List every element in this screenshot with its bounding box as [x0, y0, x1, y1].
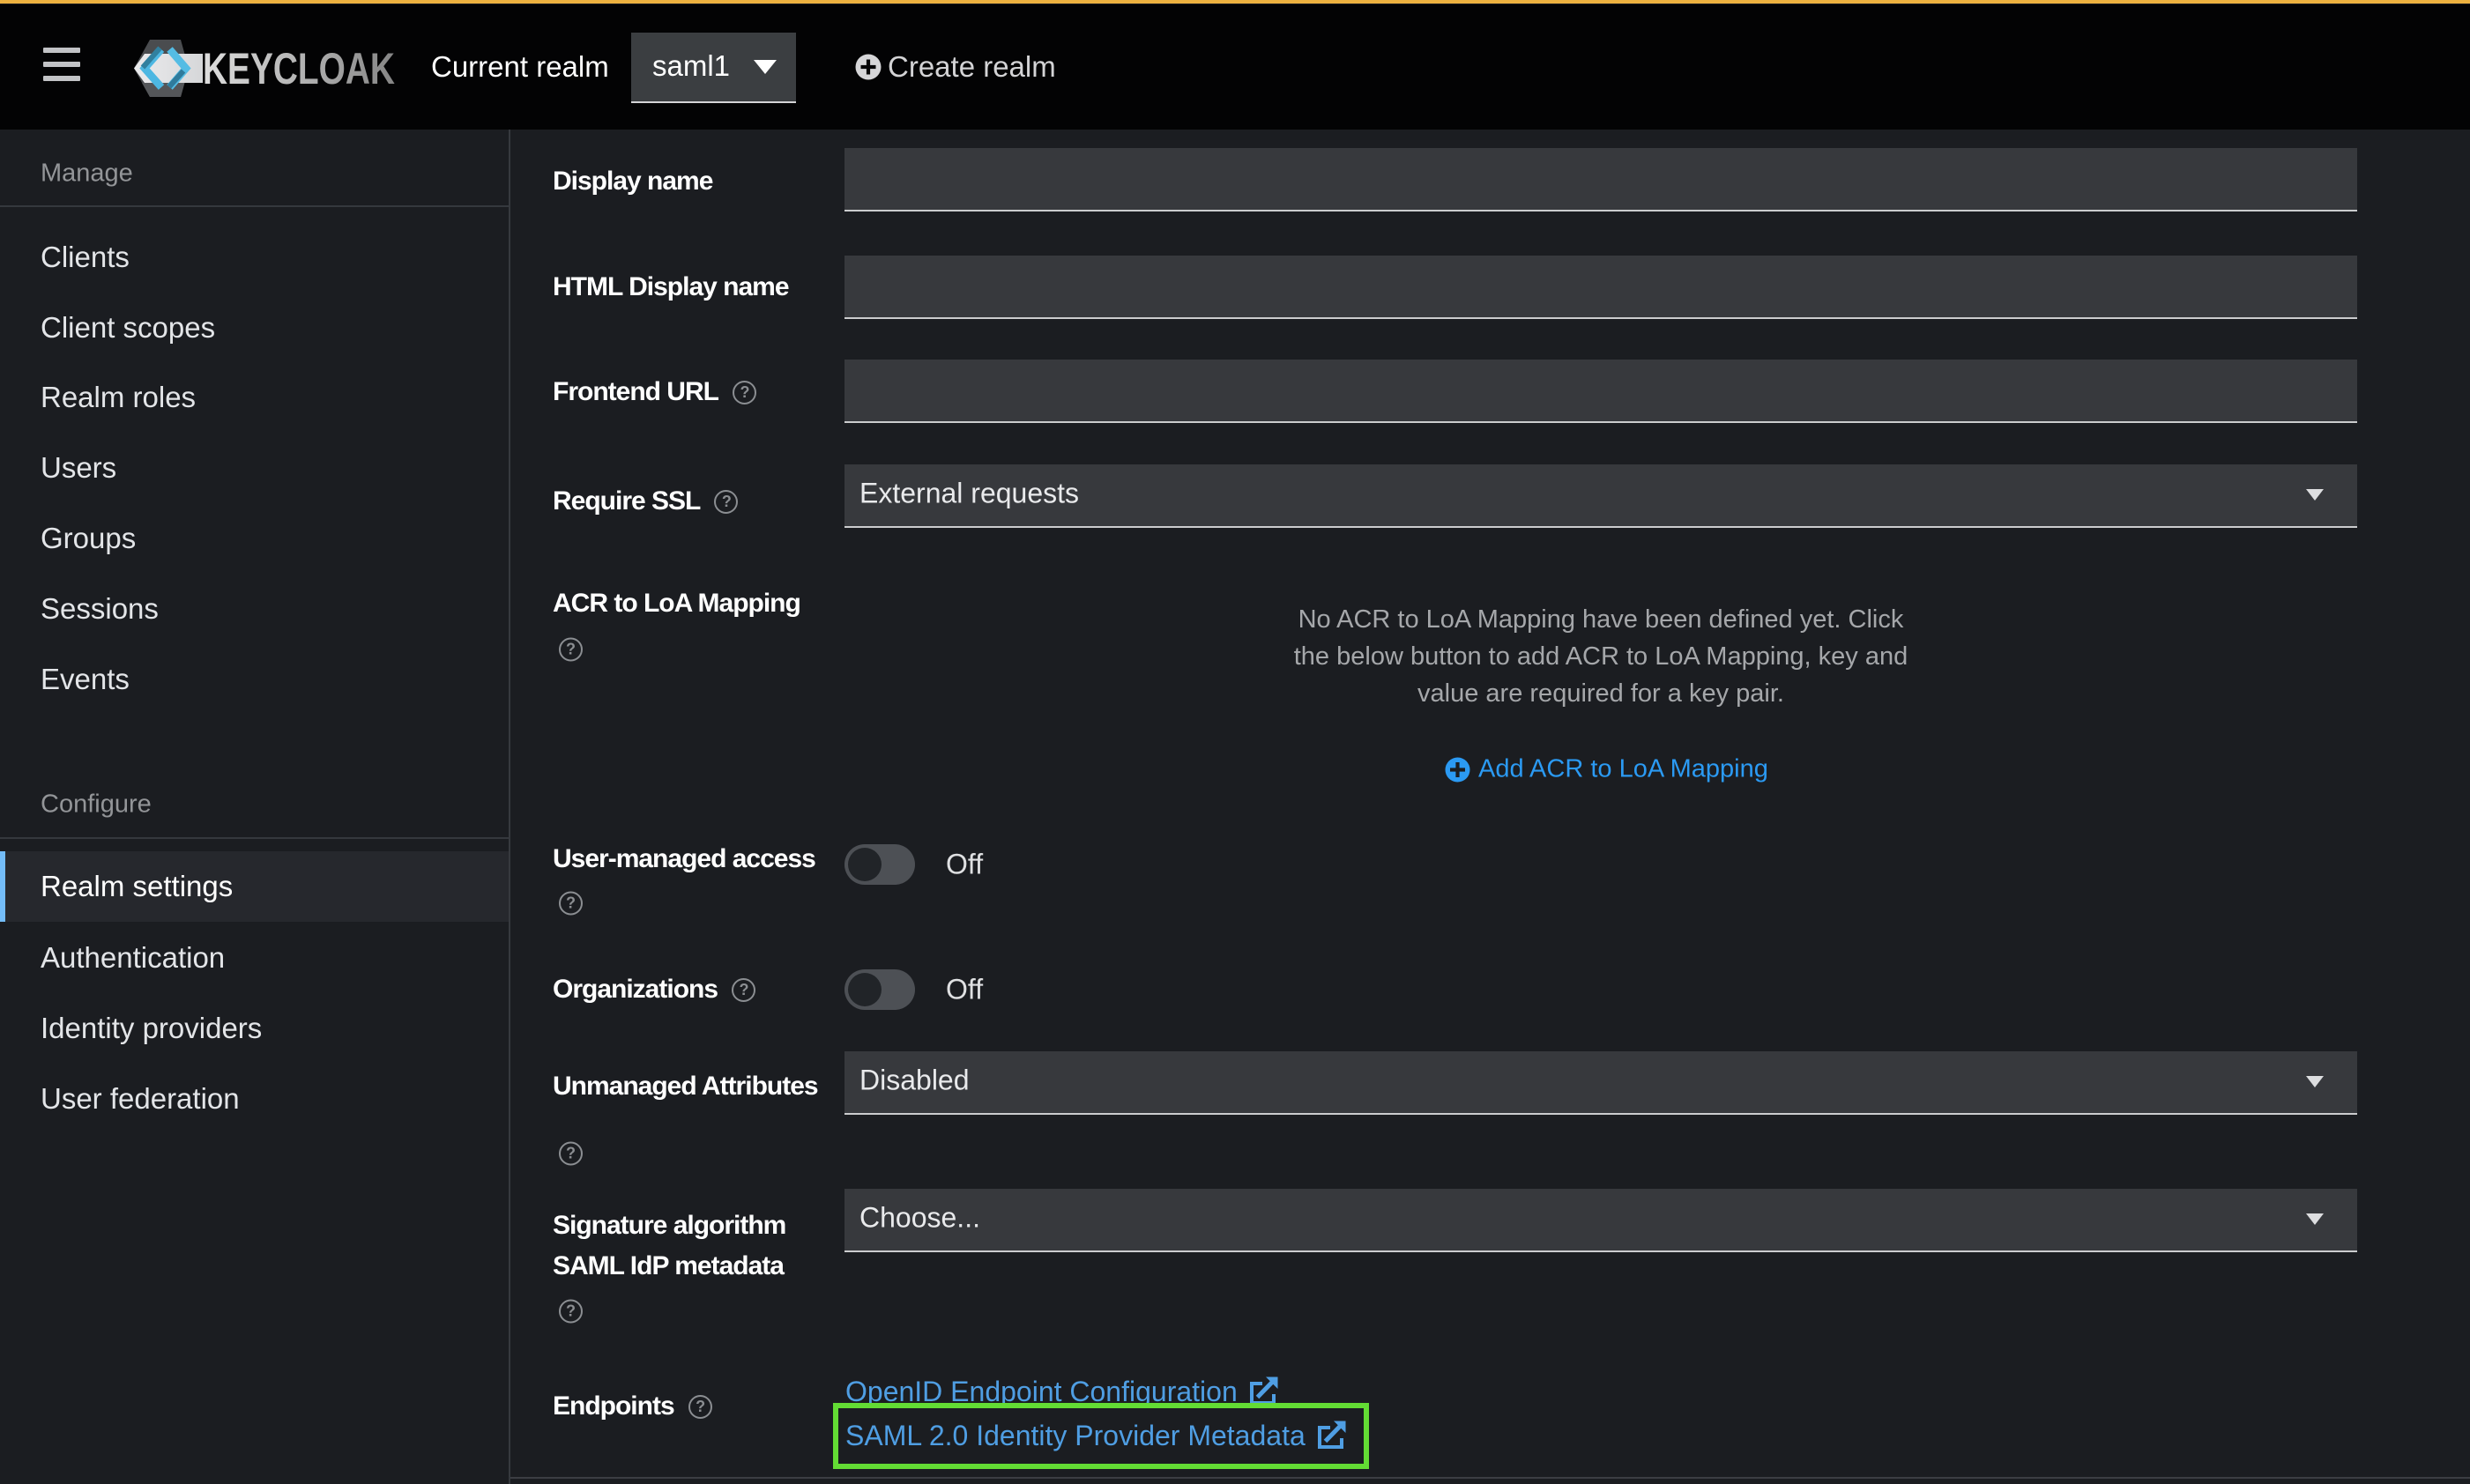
svg-text:KEYCLOAK: KEYCLOAK [203, 44, 395, 93]
